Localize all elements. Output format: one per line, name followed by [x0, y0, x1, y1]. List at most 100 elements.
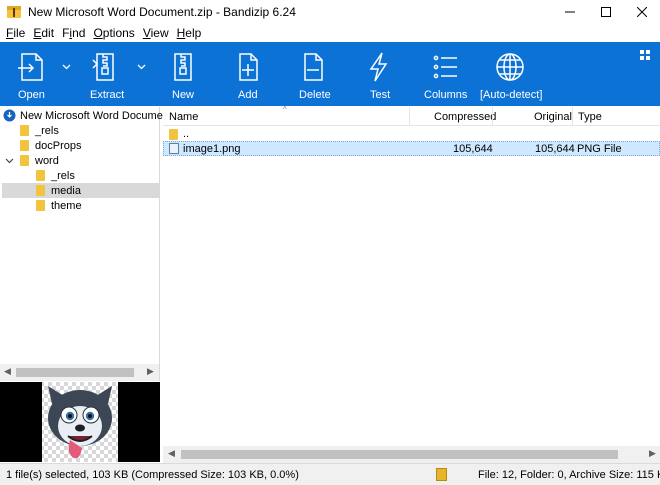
tree-item-label: media	[51, 184, 81, 197]
scrollbar-thumb[interactable]	[16, 368, 134, 377]
menu-options-rest: ptions	[102, 26, 135, 40]
extract-button[interactable]: Extract	[82, 42, 128, 106]
close-icon	[637, 7, 647, 17]
title-bar: New Microsoft Word Document.zip - Bandiz…	[0, 0, 660, 24]
test-button[interactable]: Test	[355, 42, 401, 106]
tree-item-media[interactable]: media	[2, 183, 160, 198]
file-type: PNG File	[577, 143, 622, 155]
selection-status: 1 file(s) selected, 103 KB (Compressed S…	[6, 469, 299, 481]
delete-file-icon	[304, 53, 323, 81]
menu-find-rest: nd	[72, 26, 86, 40]
new-button[interactable]: New	[160, 42, 206, 106]
table-row[interactable]: image1.png 105,644 105,644 PNG File	[163, 141, 660, 156]
menu-view-rest: iew	[150, 26, 169, 40]
maximize-icon	[601, 7, 611, 17]
bandizip-app-icon	[7, 6, 21, 18]
add-file-icon	[239, 53, 258, 81]
column-header-name[interactable]: Name	[169, 111, 198, 123]
tree-item-label: docProps	[35, 139, 82, 152]
tree-item-word-rels[interactable]: _rels	[36, 168, 75, 183]
menu-edit[interactable]: Edit	[29, 26, 58, 40]
menu-file[interactable]: File	[2, 26, 29, 40]
menu-options[interactable]: Options	[89, 26, 138, 40]
delete-label: Delete	[299, 89, 331, 101]
lightning-icon	[369, 52, 388, 82]
minimize-button[interactable]	[552, 0, 588, 24]
menu-help[interactable]: Help	[173, 26, 206, 40]
scroll-left-arrow-icon[interactable]: ◀	[4, 366, 11, 377]
extract-label: Extract	[90, 89, 125, 101]
list-horizontal-scrollbar[interactable]: ◀ ▶	[163, 446, 660, 463]
columns-button[interactable]: Columns	[420, 42, 470, 106]
open-archive-icon	[18, 53, 43, 81]
archive-zip-icon	[436, 468, 447, 481]
close-button[interactable]	[624, 0, 660, 24]
folder-icon	[20, 140, 29, 151]
archive-status: File: 12, Folder: 0, Archive Size: 115 K…	[478, 469, 660, 481]
menu-edit-rest: dit	[41, 26, 55, 40]
husky-preview-image	[42, 382, 118, 462]
open-label: Open	[18, 89, 45, 101]
tree-item-label: theme	[51, 199, 82, 212]
tree-horizontal-scrollbar[interactable]: ◀ ▶	[0, 364, 159, 381]
menu-view-accel: V	[142, 26, 151, 40]
menu-help-rest: elp	[185, 26, 202, 40]
tree-root-label: New Microsoft Word Document.	[20, 109, 176, 122]
scroll-right-arrow-icon[interactable]: ▶	[147, 366, 154, 377]
new-archive-icon	[174, 53, 192, 81]
window-title: New Microsoft Word Document.zip - Bandiz…	[28, 5, 296, 19]
sort-ascending-icon: ^	[283, 105, 287, 114]
add-button[interactable]: Add	[225, 42, 271, 106]
image-preview	[0, 382, 160, 462]
folder-icon	[20, 125, 29, 136]
globe-icon	[496, 53, 524, 81]
menu-help-accel: H	[176, 26, 186, 40]
tree-item-theme[interactable]: theme	[36, 198, 82, 213]
menu-file-rest: ile	[13, 26, 26, 40]
folder-icon	[36, 200, 45, 211]
extract-icon	[92, 53, 114, 81]
scroll-right-arrow-icon[interactable]: ▶	[649, 448, 656, 459]
list-item-parent[interactable]: ..	[163, 127, 660, 142]
column-header-type[interactable]: Type	[578, 111, 602, 123]
tree-root[interactable]: New Microsoft Word Document.	[3, 108, 175, 123]
file-compressed-size: 105,644	[453, 143, 493, 155]
extract-dropdown-arrow-icon[interactable]	[137, 64, 146, 70]
menu-options-accel: O	[93, 26, 103, 40]
codepage-label: [Auto-detect]	[480, 89, 543, 101]
columns-label: Columns	[424, 89, 468, 101]
column-divider[interactable]	[572, 107, 573, 126]
columns-list-icon	[433, 55, 457, 79]
chevron-down-icon[interactable]	[5, 156, 14, 165]
open-dropdown-arrow-icon[interactable]	[62, 64, 71, 70]
column-header-original[interactable]: Original	[534, 111, 572, 123]
view-grid-icon[interactable]	[640, 50, 650, 60]
maximize-button[interactable]	[588, 0, 624, 24]
column-header-compressed[interactable]: Compressed	[434, 111, 496, 123]
status-bar: 1 file(s) selected, 103 KB (Compressed S…	[0, 463, 660, 485]
column-divider[interactable]	[492, 107, 493, 126]
archive-root-icon	[3, 109, 16, 122]
tree-item-rels[interactable]: _rels	[20, 123, 59, 138]
new-label: New	[172, 89, 195, 101]
scrollbar-thumb[interactable]	[181, 450, 618, 459]
scroll-left-arrow-icon[interactable]: ◀	[168, 448, 175, 459]
menu-view[interactable]: View	[139, 26, 173, 40]
png-file-icon	[169, 143, 179, 154]
toolbar: Open Extract New Add Delete Test Columns…	[0, 42, 660, 106]
codepage-button[interactable]: [Auto-detect]	[478, 42, 542, 106]
file-name: image1.png	[183, 143, 241, 155]
delete-button[interactable]: Delete	[290, 42, 336, 106]
tree-item-label: _rels	[51, 169, 75, 182]
tree-item-docprops[interactable]: docProps	[20, 138, 81, 153]
folder-icon	[20, 155, 29, 166]
tree-item-word[interactable]: word	[5, 153, 59, 168]
file-original-size: 105,644	[535, 143, 575, 155]
menu-find[interactable]: Find	[58, 26, 89, 40]
list-header: Name ^ Compressed Original Type	[163, 105, 660, 126]
add-label: Add	[238, 89, 258, 101]
test-label: Test	[370, 89, 391, 101]
tree-item-label: word	[35, 154, 59, 167]
open-button[interactable]: Open	[8, 42, 54, 106]
column-divider[interactable]	[409, 107, 410, 126]
